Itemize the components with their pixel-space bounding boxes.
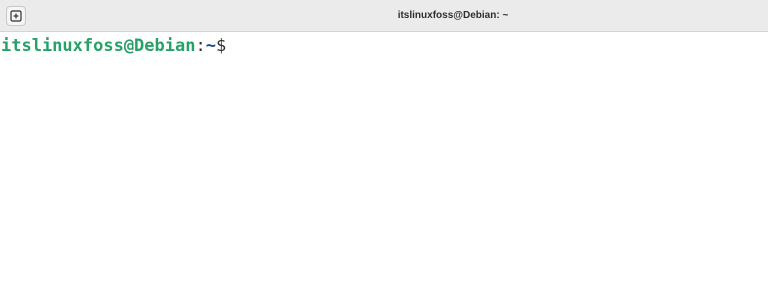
new-tab-plus-icon [10, 10, 22, 22]
prompt-user-host: itslinuxfoss@Debian [1, 36, 196, 56]
terminal-window: itslinuxfoss@Debian: ~ itslinuxfoss@Debi… [0, 0, 768, 307]
prompt-path: ~ [205, 36, 216, 56]
terminal-output[interactable]: itslinuxfoss@Debian:~$ [0, 32, 768, 307]
prompt-symbol: $ [215, 36, 227, 56]
header-bar: itslinuxfoss@Debian: ~ [0, 0, 768, 32]
new-tab-button[interactable] [6, 6, 26, 26]
window-title: itslinuxfoss@Debian: ~ [397, 10, 509, 21]
prompt-separator: : [195, 36, 206, 56]
